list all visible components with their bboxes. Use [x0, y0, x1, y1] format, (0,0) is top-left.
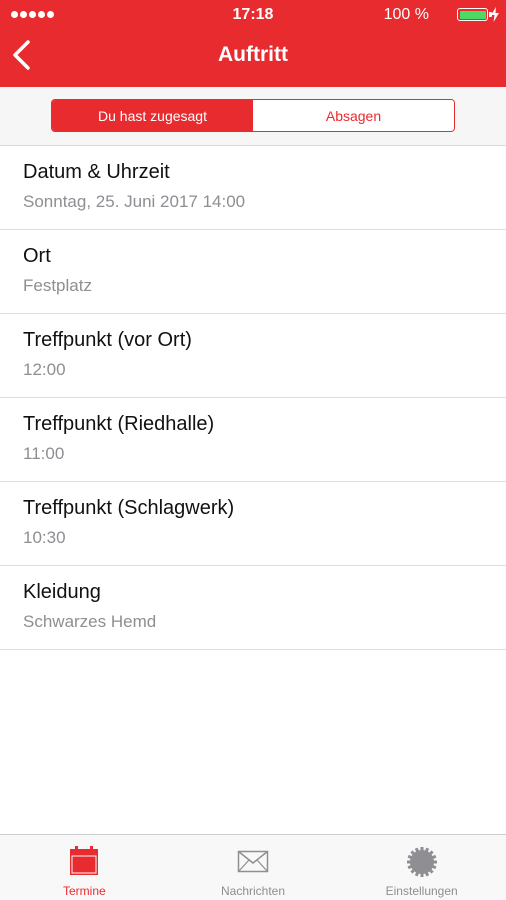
detail-label: Datum & Uhrzeit	[23, 161, 170, 183]
detail-value: 10:30	[23, 528, 66, 547]
detail-label: Ort	[23, 245, 51, 267]
header: 17:18 100 % Auftritt	[0, 0, 506, 87]
detail-value: 12:00	[23, 360, 66, 379]
status-bar: 17:18 100 %	[0, 0, 506, 30]
gear-icon	[406, 847, 437, 877]
segment-accepted[interactable]: Du hast zugesagt	[52, 100, 253, 131]
status-time: 17:18	[232, 6, 274, 23]
detail-value: Schwarzes Hemd	[23, 612, 157, 631]
tab-label: Einstellungen	[385, 884, 458, 898]
detail-value: 11:00	[23, 444, 65, 463]
detail-row-date-time: Datum & Uhrzeit Sonntag, 25. Juni 2017 1…	[0, 146, 506, 230]
tab-label: Nachrichten	[220, 884, 286, 898]
tab-label: Termine	[62, 884, 106, 898]
page-title: Auftritt	[218, 43, 288, 66]
segment-bar: Du hast zugesagt Absagen	[0, 87, 506, 146]
detail-label: Treffpunkt (vor Ort)	[23, 329, 192, 351]
battery-percentage: 100 %	[383, 6, 429, 23]
detail-row-meeting-riedhalle: Treffpunkt (Riedhalle) 11:00	[0, 398, 506, 482]
details-list: Datum & Uhrzeit Sonntag, 25. Juni 2017 1…	[0, 146, 506, 650]
detail-label: Treffpunkt (Schlagwerk)	[23, 497, 235, 519]
detail-row-meeting-schlagwerk: Treffpunkt (Schlagwerk) 10:30	[0, 482, 506, 566]
tab-nachrichten[interactable]: Nachrichten	[169, 835, 338, 900]
segment-decline[interactable]: Absagen	[253, 100, 454, 131]
battery-icon	[457, 8, 492, 21]
tab-einstellungen[interactable]: Einstellungen	[337, 835, 506, 900]
tab-termine[interactable]: Termine	[0, 835, 169, 900]
detail-row-meeting-on-site: Treffpunkt (vor Ort) 12:00	[0, 314, 506, 398]
charging-bolt-icon	[491, 7, 499, 22]
calendar-icon	[70, 846, 99, 875]
detail-value: Festplatz	[23, 276, 92, 295]
detail-row-clothing: Kleidung Schwarzes Hemd	[0, 566, 506, 650]
detail-label: Kleidung	[23, 581, 101, 603]
envelope-icon	[237, 850, 269, 873]
detail-value: Sonntag, 25. Juni 2017 14:00	[23, 192, 246, 211]
tab-bar: Termine Nachrichten Einstellungen	[0, 834, 506, 900]
attendance-segmented-control: Du hast zugesagt Absagen	[51, 99, 455, 132]
detail-label: Treffpunkt (Riedhalle)	[23, 413, 215, 435]
detail-row-location: Ort Festplatz	[0, 230, 506, 314]
